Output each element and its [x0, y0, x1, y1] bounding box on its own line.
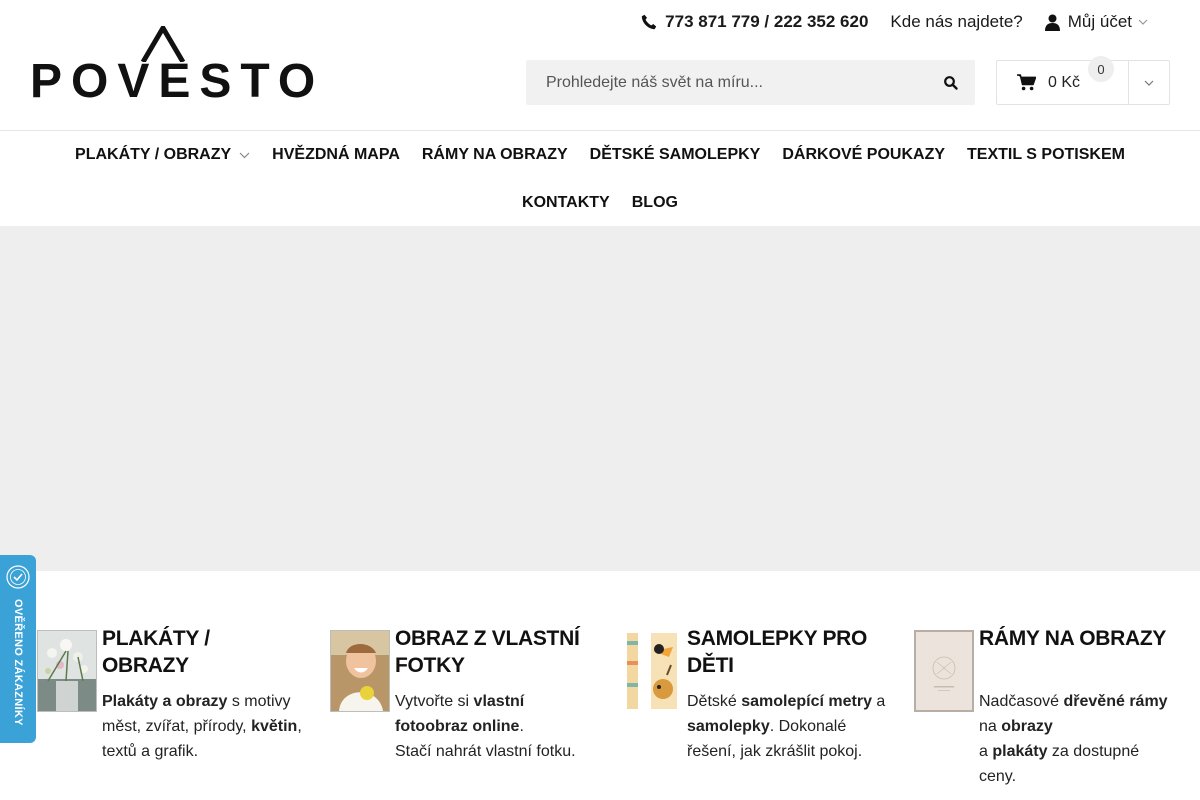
desc-text: a — [979, 743, 993, 760]
desc-bold: obrazy — [1001, 718, 1053, 735]
site-header: POVESTO 773 871 779 / 222 352 620 Kde ná… — [0, 0, 1200, 131]
cart-icon — [1017, 74, 1036, 91]
account-menu[interactable]: Můj účet — [1044, 12, 1148, 32]
phone-number: 773 871 779 / 222 352 620 — [665, 12, 869, 31]
baby-photo-image — [331, 631, 389, 711]
topbar: 773 871 779 / 222 352 620 Kde nás najdet… — [641, 12, 1148, 32]
desc-text: Nadčasové — [979, 693, 1064, 710]
desc-text: . — [519, 718, 524, 735]
verified-badge-label: OVĚŘENO ZÁKAZNÍKY — [12, 599, 24, 726]
nav-item-label: PLAKÁTY / OBRAZY — [75, 146, 232, 163]
desc-bold: plakáty — [992, 743, 1048, 760]
search-input[interactable] — [526, 60, 936, 105]
category-title[interactable]: PLAKÁTY / OBRAZY — [102, 625, 302, 679]
cart-widget[interactable]: 0 Kč 0 — [996, 56, 1170, 105]
nav-row-2: KONTAKTY BLOG — [0, 191, 1200, 215]
category-description: Nadčasové dřevěné rámy na obrazy a plaká… — [979, 689, 1179, 789]
cart-dropdown-toggle[interactable] — [1129, 61, 1169, 104]
nav-item-plakaty-obrazy[interactable]: PLAKÁTY / OBRAZY — [64, 146, 261, 164]
nav-row-1: PLAKÁTY / OBRAZY HVĚZDNÁ MAPA RÁMY NA OB… — [0, 143, 1200, 167]
desc-text: Vytvořte si — [395, 693, 474, 710]
nav-item-hvezdna-mapa[interactable]: HVĚZDNÁ MAPA — [261, 146, 411, 164]
desc-bold: květin — [251, 718, 298, 735]
category-thumbnail[interactable] — [914, 630, 974, 712]
nav-item-kontakty[interactable]: KONTAKTY — [511, 194, 621, 212]
desc-bold: samolepky — [687, 718, 770, 735]
frame-image — [916, 632, 972, 710]
phone-link[interactable]: 773 871 779 / 222 352 620 — [641, 12, 868, 32]
verified-customers-badge[interactable]: OVĚŘENO ZÁKAZNÍKY — [0, 555, 36, 743]
nav-item-detske-samolepky[interactable]: DĚTSKÉ SAMOLEPKY — [579, 146, 772, 164]
desc-text: Dětské — [687, 693, 742, 710]
nav-item-darkove-poukazy[interactable]: DÁRKOVÉ POUKAZY — [771, 146, 956, 164]
category-description: Plakáty a obrazy s motivy měst, zvířat, … — [102, 689, 302, 764]
desc-text: Stačí nahrát vlastní fotku. — [395, 743, 576, 760]
account-label: Můj účet — [1067, 12, 1132, 31]
search-icon[interactable] — [943, 75, 959, 91]
chevron-down-icon — [239, 152, 250, 158]
desc-bold: Plakáty a obrazy — [102, 693, 228, 710]
nav-item-textil-s-potiskem[interactable]: TEXTIL S POTISKEM — [956, 146, 1136, 164]
hero-banner[interactable] — [0, 226, 1200, 571]
desc-bold: dřevěné rámy — [1063, 693, 1168, 710]
cart-price: 0 Kč — [1048, 73, 1081, 91]
user-icon — [1044, 14, 1060, 31]
cart-count-badge: 0 — [1088, 56, 1114, 82]
desc-bold: samolepící metry — [741, 693, 872, 710]
chevron-down-icon — [1144, 80, 1154, 86]
nav-item-ramy-na-obrazy[interactable]: RÁMY NA OBRAZY — [411, 146, 579, 164]
category-thumbnail[interactable] — [330, 630, 390, 712]
chevron-down-icon — [1138, 19, 1148, 25]
desc-text: na — [979, 718, 1002, 735]
category-title[interactable]: SAMOLEPKY PRO DĚTI — [687, 625, 887, 679]
nav-item-blog[interactable]: BLOG — [621, 194, 689, 212]
category-description: Vytvořte si vlastní fotoobraz online. Sta… — [395, 689, 595, 764]
main-nav: PLAKÁTY / OBRAZY HVĚZDNÁ MAPA RÁMY NA OB… — [0, 131, 1200, 226]
search-box — [526, 60, 975, 105]
desc-text: a — [871, 693, 886, 710]
category-description: Dětské samolepící metry a samolepky. Dok… — [687, 689, 887, 764]
category-thumbnail[interactable] — [37, 630, 97, 712]
find-us-link[interactable]: Kde nás najdete? — [890, 12, 1022, 32]
povesto-logo[interactable]: POVESTO — [30, 26, 325, 108]
flowers-image — [38, 631, 96, 711]
verified-seal-icon — [6, 565, 30, 589]
category-thumbnail[interactable] — [622, 630, 682, 712]
category-title[interactable]: RÁMY NA OBRAZY — [979, 625, 1179, 652]
category-title[interactable]: OBRAZ Z VLASTNÍ FOTKY — [395, 625, 595, 679]
kids-stickers-image — [623, 631, 681, 711]
logo-text: POVESTO — [30, 55, 325, 108]
phone-icon — [641, 14, 657, 30]
